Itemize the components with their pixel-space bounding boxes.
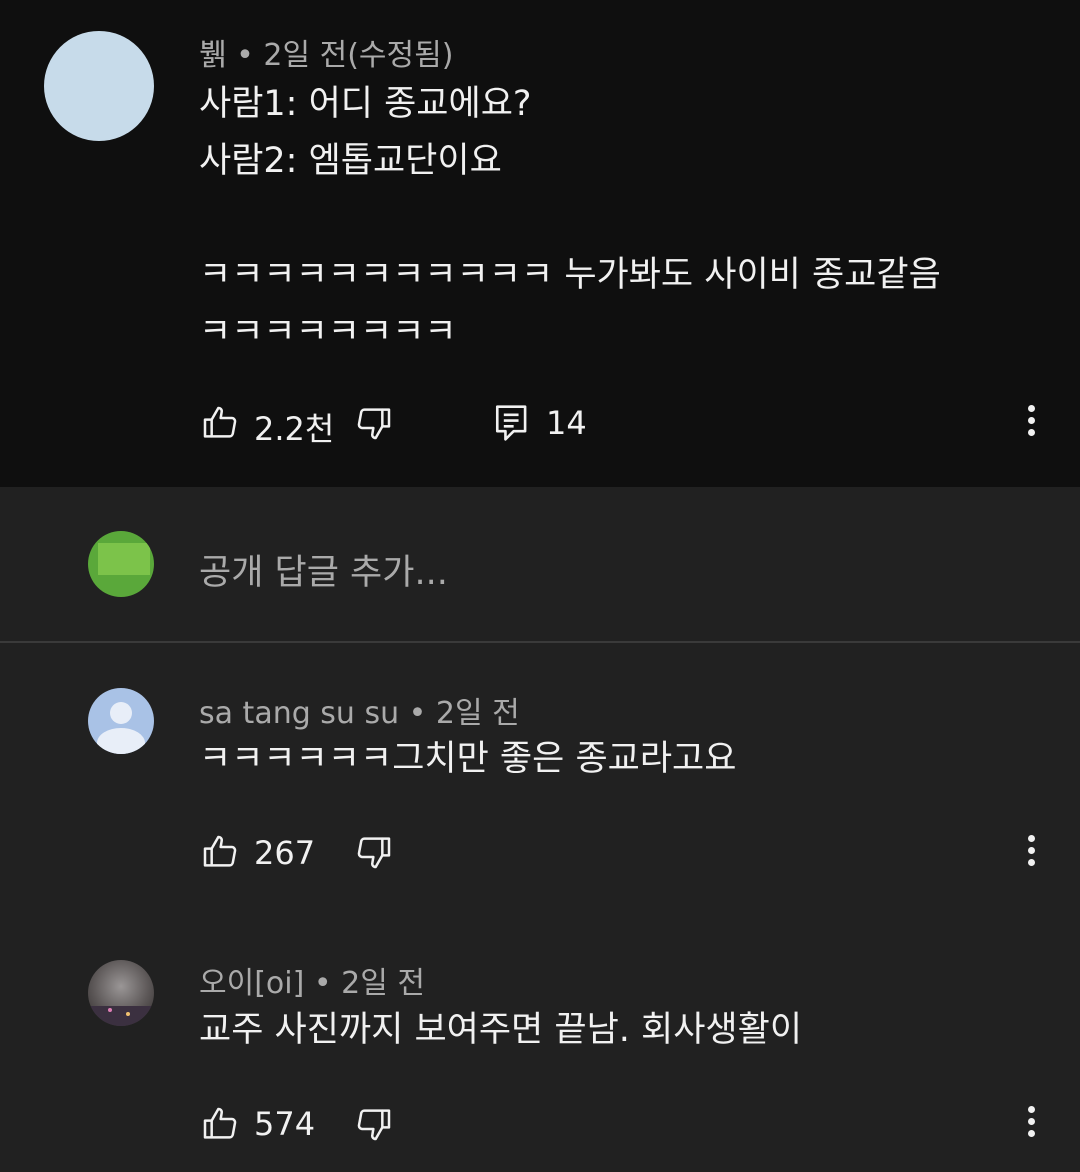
author-name[interactable]: sa tang su su <box>199 696 399 731</box>
comment-time: 2일 전(수정됨) <box>263 38 454 73</box>
comment-meta: 뷁 • 2일 전(수정됨) <box>199 30 453 74</box>
thumbs-up-icon[interactable] <box>200 1104 240 1144</box>
like-count: 574 <box>254 1105 316 1143</box>
meta-separator: • <box>313 966 332 1001</box>
more-icon[interactable] <box>1021 830 1041 871</box>
thumbs-up-icon[interactable] <box>200 832 240 872</box>
author-avatar[interactable] <box>44 31 154 141</box>
comment-time: 2일 전 <box>341 966 425 1001</box>
user-avatar <box>88 531 154 597</box>
like-count: 2.2천 <box>254 410 335 448</box>
comment-line: ㅋㅋㅋㅋㅋㅋㅋㅋ <box>199 312 457 352</box>
meta-separator: • <box>408 696 427 731</box>
reply-input[interactable]: 공개 답글 추가... <box>199 544 448 595</box>
comment-line <box>199 190 941 247</box>
thumbs-down-icon[interactable] <box>354 832 394 872</box>
comment-meta: sa tang su su • 2일 전 <box>199 688 520 732</box>
author-avatar[interactable] <box>88 960 154 1026</box>
thumbs-down-icon[interactable] <box>354 403 394 443</box>
comment-line: 사람2: 엠톱교단이요 <box>199 141 502 181</box>
reply-icon[interactable] <box>494 403 530 443</box>
comment-time: 2일 전 <box>435 696 520 731</box>
comment-line: 교주 사진까지 보여주면 끝남. 회사생활이 <box>199 1010 803 1050</box>
author-name[interactable]: 뷁 <box>199 38 227 73</box>
author-avatar[interactable] <box>88 688 154 754</box>
comment-line: ㅋㅋㅋㅋㅋㅋ그치만 좋은 종교라고요 <box>199 739 737 779</box>
more-icon[interactable] <box>1021 400 1041 441</box>
more-icon[interactable] <box>1021 1101 1041 1142</box>
comment-line: 사람1: 어디 종교에요? <box>199 84 532 124</box>
comment-text: 사람1: 어디 종교에요? 사람2: 엠톱교단이요 ㅋㅋㅋㅋㅋㅋㅋㅋㅋㅋㅋ 누가… <box>199 76 941 361</box>
comment-text: 교주 사진까지 보여주면 끝남. 회사생활이 <box>199 1002 802 1059</box>
thumbs-up-icon[interactable] <box>200 403 240 443</box>
reply-input-bar <box>0 487 1080 643</box>
author-name[interactable]: 오이[oi] <box>199 966 304 1001</box>
like-count: 267 <box>254 834 316 872</box>
comment-text: ㅋㅋㅋㅋㅋㅋ그치만 좋은 종교라고요 <box>199 731 736 788</box>
meta-separator: • <box>236 38 254 73</box>
thumbs-down-icon[interactable] <box>354 1104 394 1144</box>
comment-line: ㅋㅋㅋㅋㅋㅋㅋㅋㅋㅋㅋ 누가봐도 사이비 종교같음 <box>199 255 941 295</box>
reply-count[interactable]: 14 <box>546 404 587 442</box>
comment-meta: 오이[oi] • 2일 전 <box>199 958 425 1002</box>
